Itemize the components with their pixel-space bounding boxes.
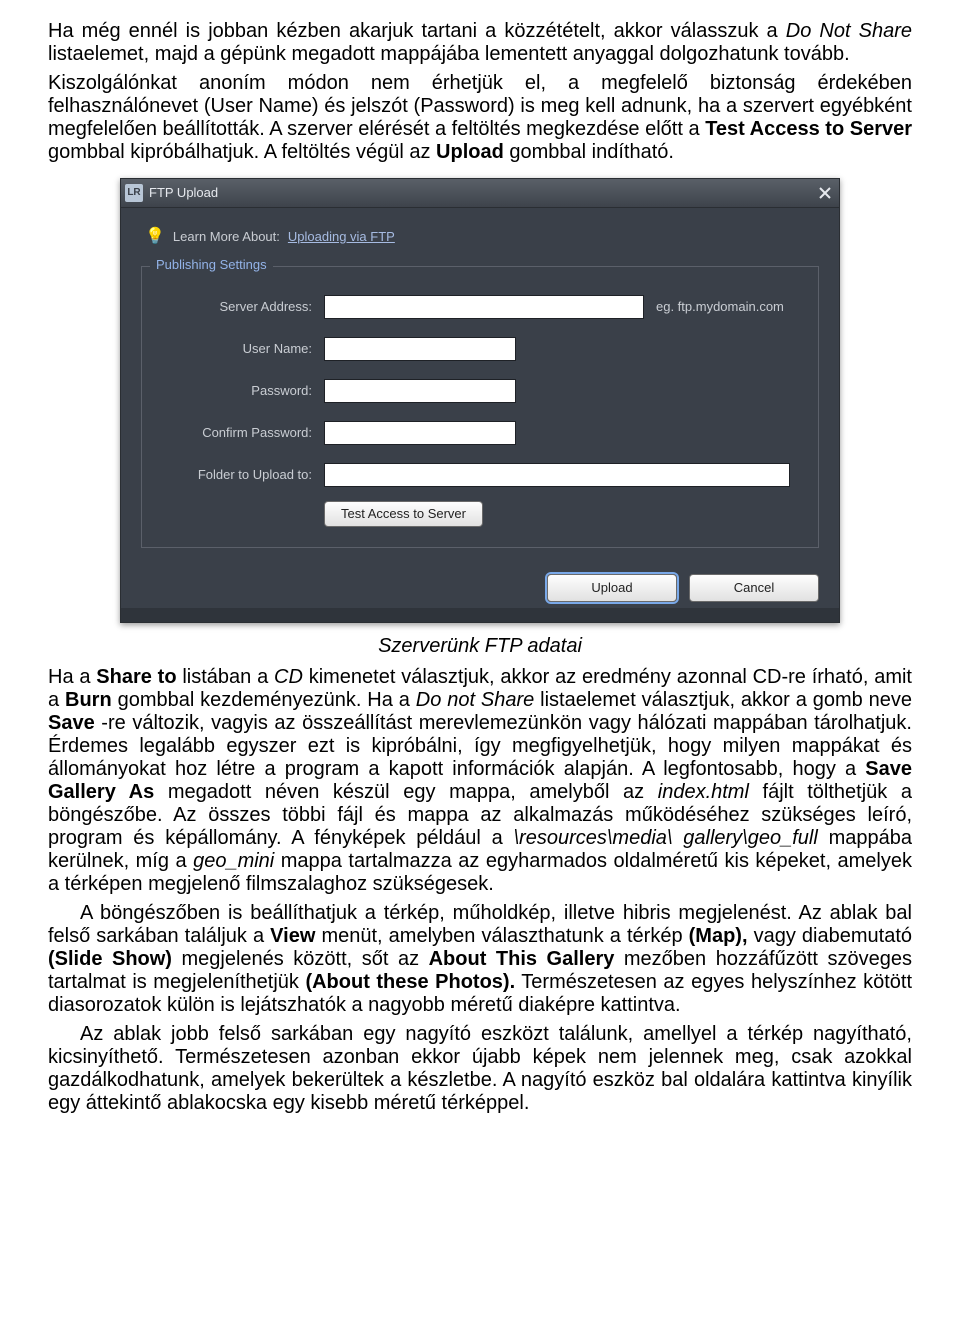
text-bold: (Slide Show) [48,948,172,970]
text: menüt, amelyben választhatunk a térkép [321,925,688,947]
dialog-footer [121,608,839,622]
titlebar: LR FTP Upload [121,179,839,208]
server-address-input[interactable] [324,295,644,319]
close-icon[interactable] [817,185,833,201]
lightbulb-icon: 💡 [145,228,165,246]
cancel-button[interactable]: Cancel [689,574,819,602]
text: gombbal kipróbálhatjuk. A feltöltés végü… [48,141,436,163]
text-italic: Do not Share [416,689,535,711]
doc-paragraph: Ha a Share to listában a CD kimenetet vá… [48,666,912,896]
text-bold: Share to [96,666,176,688]
upload-button[interactable]: Upload [547,574,677,602]
folder-upload-label: Folder to Upload to: [162,468,324,483]
doc-paragraph: Ha még ennél is jobban kézben akarjuk ta… [48,20,912,66]
doc-paragraph: Az ablak jobb felső sarkában egy nagyító… [48,1023,912,1115]
server-address-example: eg. ftp.mydomain.com [656,300,784,315]
ftp-upload-dialog: LR FTP Upload 💡 Learn More About: Upload… [120,178,840,623]
app-icon: LR [125,184,143,202]
text-italic: \resources\media\ gallery\geo_full [514,827,818,849]
learn-more-label: Learn More About: [173,230,280,245]
text: gombbal kezdeményezünk. Ha a [118,689,416,711]
confirm-password-label: Confirm Password: [162,426,324,441]
doc-paragraph: A böngészőben is beállíthatjuk a térkép,… [48,902,912,1017]
text-bold: (About these Photos). [305,971,515,993]
text-bold: Upload [436,141,504,163]
text-bold: (Map), [689,925,748,947]
server-address-label: Server Address: [162,300,324,315]
text: Ha a [48,666,96,688]
folder-upload-input[interactable] [324,463,790,487]
text-bold: Test Access to Server [705,118,912,140]
window-title: FTP Upload [149,186,218,201]
text: Ha még ennél is jobban kézben akarjuk ta… [48,20,786,42]
text: listaelemet, majd a gépünk megadott mapp… [48,43,850,65]
text-bold: View [270,925,315,947]
text: -re változik, vagyis az összeállítást me… [48,712,912,780]
doc-paragraph: Kiszolgálónkat anoním módon nem érhetjük… [48,72,912,164]
text-italic: geo_mini [193,850,274,872]
test-access-button[interactable]: Test Access to Server [324,501,483,527]
text: megjelenés között, sőt az [182,948,429,970]
figure-caption: Szerverünk FTP adatai [48,635,912,658]
password-input[interactable] [324,379,516,403]
text-italic: CD [274,666,303,688]
learn-more-link[interactable]: Uploading via FTP [288,230,395,245]
text-italic: index.html [658,781,749,803]
user-name-input[interactable] [324,337,516,361]
text: gombbal indítható. [509,141,674,163]
text-bold: About This Gallery [429,948,615,970]
user-name-label: User Name: [162,342,324,357]
text: listában a [182,666,274,688]
text: listaelemet választjuk, akkor a gomb nev… [540,689,912,711]
text: vagy diabemutató [754,925,912,947]
publishing-settings-group: Publishing Settings Server Address: eg. … [141,266,819,548]
password-label: Password: [162,384,324,399]
confirm-password-input[interactable] [324,421,516,445]
text: megadott néven készül egy mappa, amelybő… [168,781,658,803]
group-legend: Publishing Settings [150,258,273,273]
text-bold: Burn [65,689,112,711]
text-bold: Save [48,712,95,734]
text-italic: Do Not Share [786,20,912,42]
text: Az ablak jobb felső sarkában egy nagyító… [48,1023,912,1114]
